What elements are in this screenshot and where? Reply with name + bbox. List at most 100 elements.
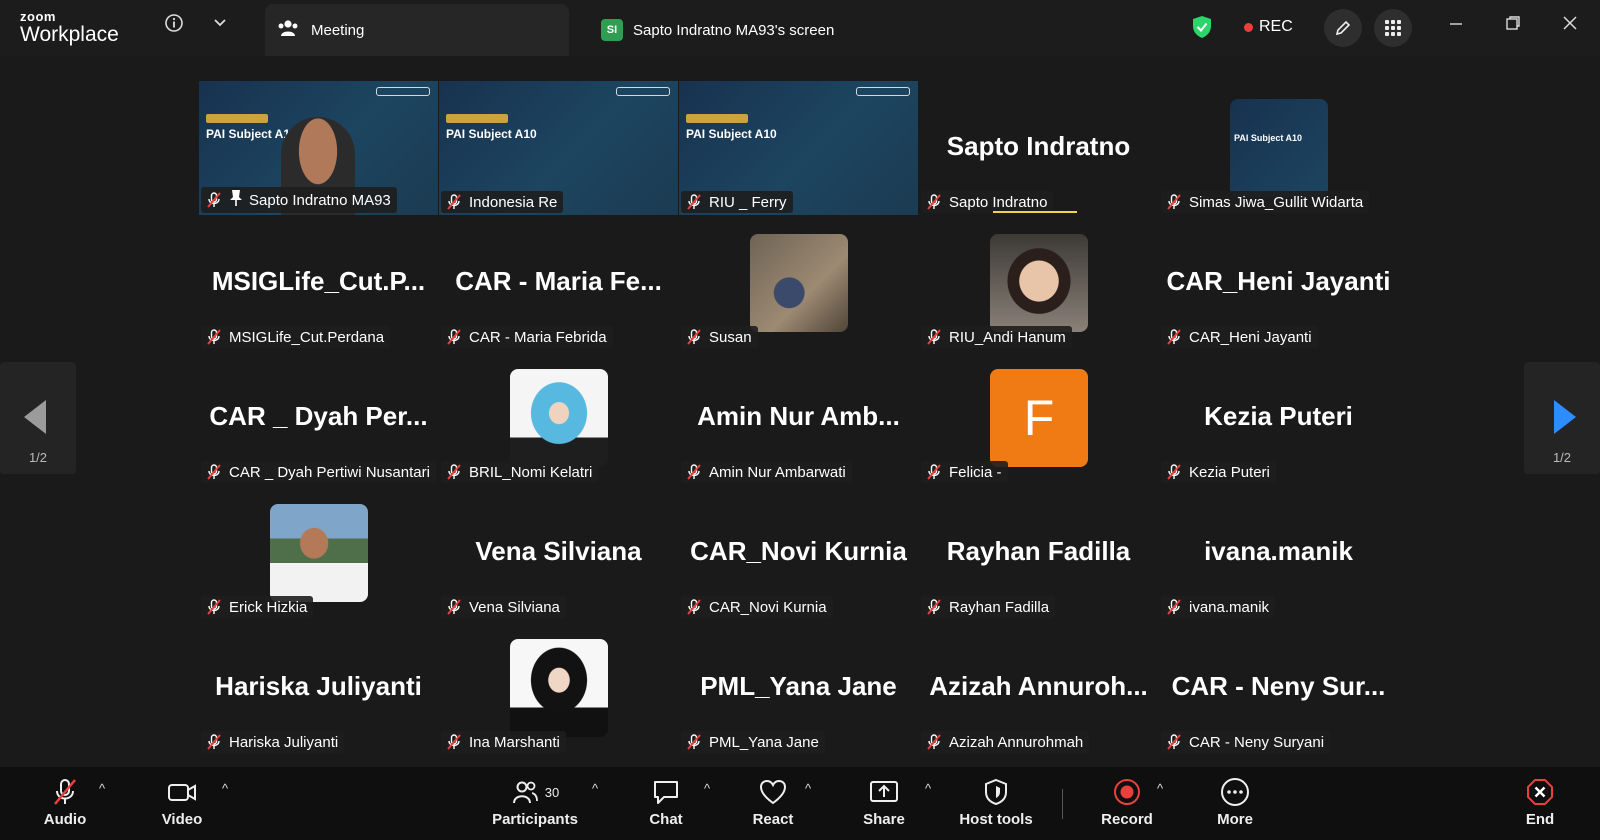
participant-name: ivana.manik <box>1189 598 1270 616</box>
participant-name: CAR - Maria Febrida <box>469 328 607 346</box>
mic-muted-icon <box>1165 598 1183 616</box>
share-options-caret[interactable]: ^ <box>925 781 931 796</box>
participant-tile[interactable]: CAR - Maria Fe... CAR - Maria Febrida <box>439 216 678 350</box>
restore-icon[interactable] <box>1498 14 1528 37</box>
participant-tile[interactable]: PAI Subject A10 RIU _ Ferry <box>679 81 918 215</box>
heart-icon <box>759 779 787 805</box>
rec-label: REC <box>1259 18 1293 35</box>
participant-tile[interactable]: Vena Silviana Vena Silviana <box>439 486 678 620</box>
participant-tile[interactable]: Susan <box>679 216 918 350</box>
share-button[interactable]: Share <box>859 777 909 828</box>
participant-tile[interactable]: CAR_Novi Kurnia CAR_Novi Kurnia <box>679 486 918 620</box>
participants-label: Participants <box>492 811 578 828</box>
participant-name: BRIL_Nomi Kelatri <box>469 463 593 481</box>
participant-tile[interactable]: CAR_Heni Jayanti CAR_Heni Jayanti <box>1159 216 1398 350</box>
record-label: Record <box>1101 811 1153 828</box>
next-page-button[interactable]: 1/2 <box>1524 362 1600 474</box>
participant-tile[interactable]: F Felicia - <box>919 351 1158 485</box>
participant-name: Rayhan Fadilla <box>949 598 1050 616</box>
spotlight-pin-icon <box>229 189 243 211</box>
participant-tile[interactable]: MSIGLife_Cut.P... MSIGLife_Cut.Perdana <box>199 216 438 350</box>
participants-button[interactable]: 30 Participants <box>487 777 583 828</box>
rec-dot-icon <box>1244 22 1253 32</box>
participant-display-name: CAR - Neny Sur... <box>1171 671 1386 701</box>
chat-button[interactable]: Chat <box>642 777 690 828</box>
mic-muted-icon <box>1165 463 1183 481</box>
more-button[interactable]: More <box>1210 777 1260 828</box>
host-tools-button[interactable]: Host tools <box>955 777 1037 828</box>
host-shield-icon <box>985 778 1007 806</box>
mic-muted-icon <box>205 328 223 346</box>
participant-tile[interactable]: Azizah Annuroh... Azizah Annurohmah <box>919 621 1158 755</box>
participant-tile[interactable]: Erick Hizkia <box>199 486 438 620</box>
end-button[interactable]: End <box>1520 777 1560 828</box>
prev-page-button[interactable]: 1/2 <box>0 362 76 474</box>
mic-muted-icon <box>445 733 463 751</box>
participant-tile[interactable]: Sapto Indratno Sapto Indratno <box>919 81 1158 215</box>
participant-name: Amin Nur Ambarwati <box>709 463 846 481</box>
participant-tile[interactable]: Rayhan Fadilla Rayhan Fadilla <box>919 486 1158 620</box>
chevron-down-icon[interactable] <box>212 14 228 35</box>
participant-name: Felicia - <box>949 463 1002 481</box>
react-button[interactable]: React <box>749 777 797 828</box>
close-icon[interactable] <box>1555 14 1585 37</box>
annotate-button[interactable] <box>1324 9 1362 47</box>
participant-display-name: Hariska Juliyanti <box>215 671 422 701</box>
participant-tile[interactable]: RIU_Andi Hanum <box>919 216 1158 350</box>
slide-tag <box>206 114 268 123</box>
participant-name-label: Amin Nur Ambarwati <box>681 461 852 483</box>
record-button[interactable]: Record <box>1100 777 1154 828</box>
participant-name: Hariska Juliyanti <box>229 733 339 751</box>
participant-name: Sapto Indratno MA93 <box>249 191 391 209</box>
participant-name-label: Vena Silviana <box>441 596 566 618</box>
participant-tile[interactable]: Amin Nur Amb... Amin Nur Ambarwati <box>679 351 918 485</box>
participants-options-caret[interactable]: ^ <box>592 781 598 796</box>
minimize-icon[interactable] <box>1441 14 1471 37</box>
participant-display-name: PML_Yana Jane <box>700 671 897 701</box>
participant-tile[interactable]: CAR _ Dyah Per... CAR _ Dyah Pertiwi Nusa… <box>199 351 438 485</box>
participant-tile[interactable]: Hariska Juliyanti Hariska Juliyanti <box>199 621 438 755</box>
audio-button[interactable]: Audio <box>41 777 89 828</box>
recording-indicator[interactable]: REC <box>1244 18 1293 36</box>
record-icon <box>1114 779 1140 805</box>
participant-name: Susan <box>709 328 752 346</box>
mic-muted-icon <box>445 328 463 346</box>
participant-tile[interactable]: PAI Subject A10 Simas Jiwa_Gullit Widarta <box>1159 81 1398 215</box>
chat-options-caret[interactable]: ^ <box>704 781 710 796</box>
avatar: PAI Subject A10 <box>1230 99 1328 197</box>
audio-options-caret[interactable]: ^ <box>99 781 105 796</box>
mic-muted-icon <box>925 328 943 346</box>
participant-name-label: Susan <box>681 326 758 348</box>
app-logo: zoom Workplace <box>20 10 119 45</box>
participant-display-name: Kezia Puteri <box>1204 401 1353 431</box>
video-camera-icon <box>168 784 196 801</box>
record-options-caret[interactable]: ^ <box>1157 781 1163 796</box>
tab-shared-screen[interactable]: SI Sapto Indratno MA93's screen <box>601 4 901 56</box>
participant-display-name: MSIGLife_Cut.P... <box>211 266 426 296</box>
apps-button[interactable] <box>1374 9 1412 47</box>
end-label: End <box>1525 811 1555 828</box>
mic-muted-icon <box>685 733 703 751</box>
video-button[interactable]: Video <box>158 777 206 828</box>
participant-tile[interactable]: PML_Yana Jane PML_Yana Jane <box>679 621 918 755</box>
react-options-caret[interactable]: ^ <box>805 781 811 796</box>
participant-tile[interactable]: PAI Subject A10 Sapto Indratno MA93 <box>199 81 438 215</box>
participant-tile[interactable]: Kezia Puteri Kezia Puteri <box>1159 351 1398 485</box>
security-shield-icon[interactable] <box>1191 15 1213 39</box>
participant-tile[interactable]: ivana.manik ivana.manik <box>1159 486 1398 620</box>
participant-tile[interactable]: BRIL_Nomi Kelatri <box>439 351 678 485</box>
participant-name-label: RIU_Andi Hanum <box>921 326 1072 348</box>
participant-name-label: PML_Yana Jane <box>681 731 825 753</box>
avatar <box>510 369 608 467</box>
participant-display-name: Sapto Indratno <box>946 131 1131 161</box>
participant-tile[interactable]: Ina Marshanti <box>439 621 678 755</box>
info-icon[interactable] <box>164 13 184 38</box>
participant-name-label: CAR_Heni Jayanti <box>1161 326 1318 348</box>
participant-tile[interactable]: PAI Subject A10 Indonesia Re <box>439 81 678 215</box>
tab-meeting[interactable]: Meeting <box>265 4 569 56</box>
brand-big: Workplace <box>20 23 119 46</box>
tab-meeting-label: Meeting <box>311 21 365 39</box>
participant-tile[interactable]: CAR - Neny Sur... CAR - Neny Suryani <box>1159 621 1398 755</box>
video-options-caret[interactable]: ^ <box>222 781 228 796</box>
participant-name: Sapto Indratno <box>949 193 1048 211</box>
